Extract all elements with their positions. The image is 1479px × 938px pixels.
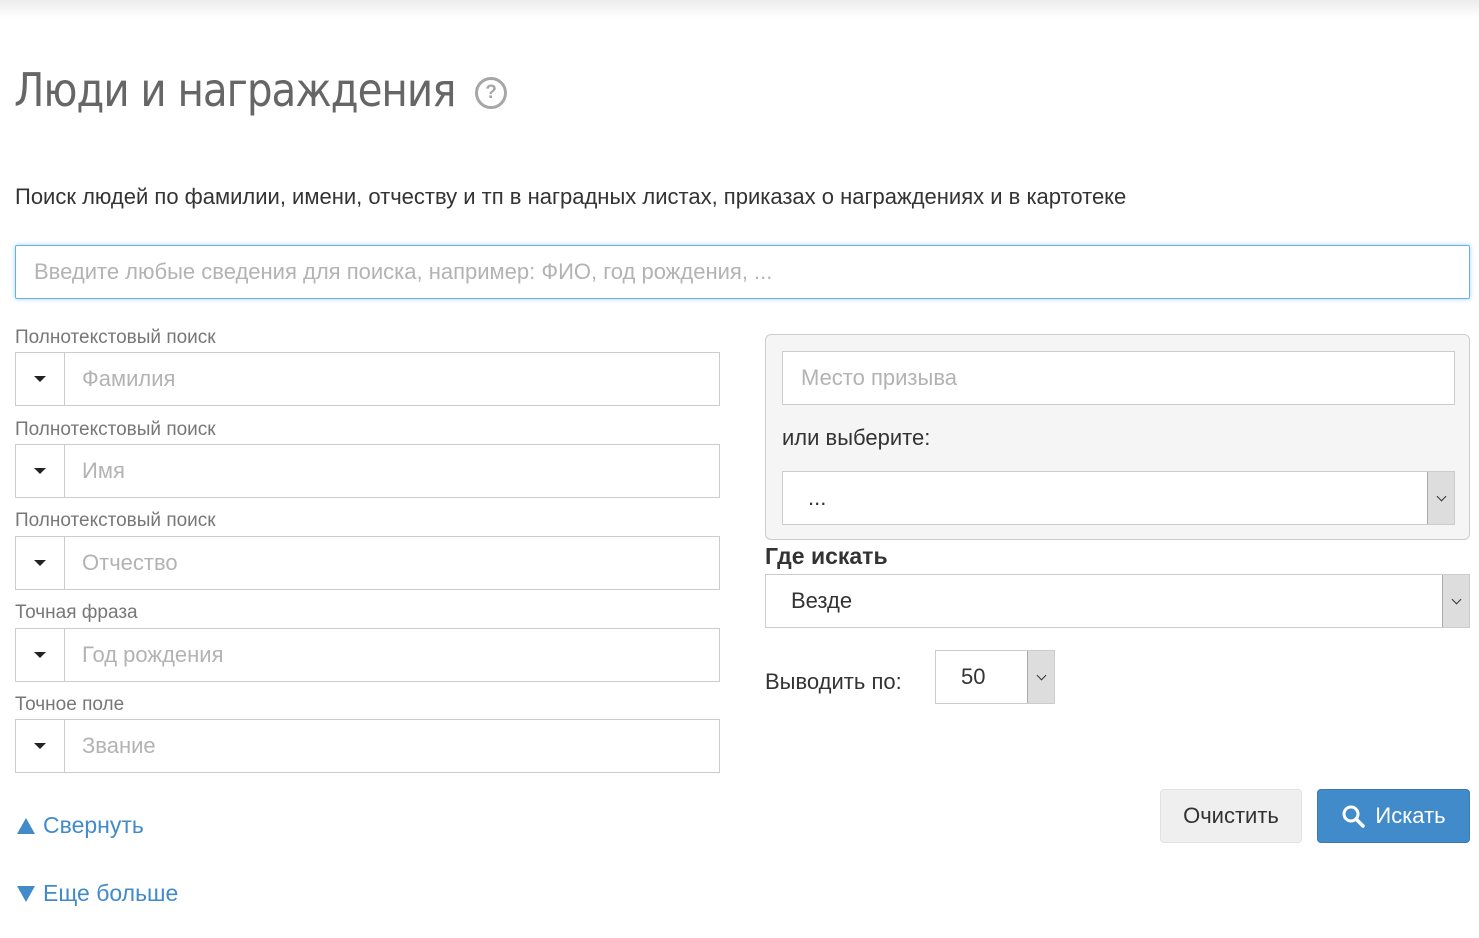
birth-year-mode-dropdown[interactable] — [16, 629, 65, 681]
per-page-select[interactable]: 50 — [935, 650, 1055, 704]
patronymic-input[interactable]: Отчество — [65, 537, 719, 589]
name-field: Имя — [15, 444, 720, 498]
chevron-down-icon — [1036, 670, 1046, 680]
search-button[interactable]: Искать — [1317, 789, 1470, 843]
page-title: Люди и награждения — [14, 63, 456, 117]
clear-button[interactable]: Очистить — [1160, 789, 1302, 843]
conscription-select-value: ... — [808, 485, 827, 510]
surname-input[interactable]: Фамилия — [65, 353, 719, 405]
caret-down-icon — [34, 743, 46, 749]
main-search-input[interactable]: Введите любые сведения для поиска, напри… — [15, 245, 1470, 299]
conscription-place-select[interactable]: ... — [782, 471, 1455, 525]
patronymic-mode-label: Полнотекстовый поиск — [15, 510, 216, 531]
conscription-place-input[interactable]: Место призыва — [782, 351, 1455, 405]
caret-down-icon — [34, 652, 46, 658]
where-select-value: Везде — [791, 588, 853, 613]
search-button-label: Искать — [1375, 803, 1446, 828]
name-mode-label: Полнотекстовый поиск — [15, 419, 216, 440]
conscription-panel: Место призыва или выберите: ... — [765, 334, 1470, 540]
triangle-down-icon — [17, 885, 35, 902]
rank-field: Звание — [15, 719, 720, 773]
per-page-label: Выводить по: — [765, 669, 902, 694]
name-input[interactable]: Имя — [65, 445, 719, 497]
chevron-down-icon — [1451, 594, 1461, 604]
caret-down-icon — [34, 468, 46, 474]
name-mode-dropdown[interactable] — [16, 445, 65, 497]
chevron-down-icon — [1436, 491, 1446, 501]
collapse-link[interactable]: Свернуть — [17, 812, 144, 839]
rank-mode-label: Точное поле — [15, 694, 125, 715]
surname-mode-label: Полнотекстовый поиск — [15, 327, 216, 348]
patronymic-field: Отчество — [15, 536, 720, 590]
rank-input[interactable]: Звание — [65, 720, 719, 772]
help-icon[interactable]: ? — [475, 77, 507, 109]
page-description: Поиск людей по фамилии, имени, отчеству … — [15, 184, 1127, 209]
triangle-up-icon — [17, 817, 35, 834]
birth-year-input[interactable]: Год рождения — [65, 629, 719, 681]
select-arrow — [1442, 575, 1469, 627]
caret-down-icon — [34, 560, 46, 566]
surname-mode-dropdown[interactable] — [16, 353, 65, 405]
where-label: Где искать — [765, 543, 888, 569]
select-arrow — [1027, 651, 1054, 703]
collapse-link-label: Свернуть — [43, 812, 144, 838]
patronymic-mode-dropdown[interactable] — [16, 537, 65, 589]
caret-down-icon — [34, 376, 46, 382]
more-link[interactable]: Еще больше — [17, 880, 178, 907]
birth-year-mode-label: Точная фраза — [15, 602, 138, 623]
conscription-or-label: или выберите: — [782, 425, 931, 450]
rank-mode-dropdown[interactable] — [16, 720, 65, 772]
per-page-value: 50 — [961, 664, 986, 689]
top-shadow — [0, 0, 1479, 18]
search-icon — [1342, 805, 1366, 828]
where-select[interactable]: Везде — [765, 574, 1470, 628]
select-arrow — [1427, 472, 1454, 524]
more-link-label: Еще больше — [43, 880, 179, 906]
surname-field: Фамилия — [15, 352, 720, 406]
birth-year-field: Год рождения — [15, 628, 720, 682]
